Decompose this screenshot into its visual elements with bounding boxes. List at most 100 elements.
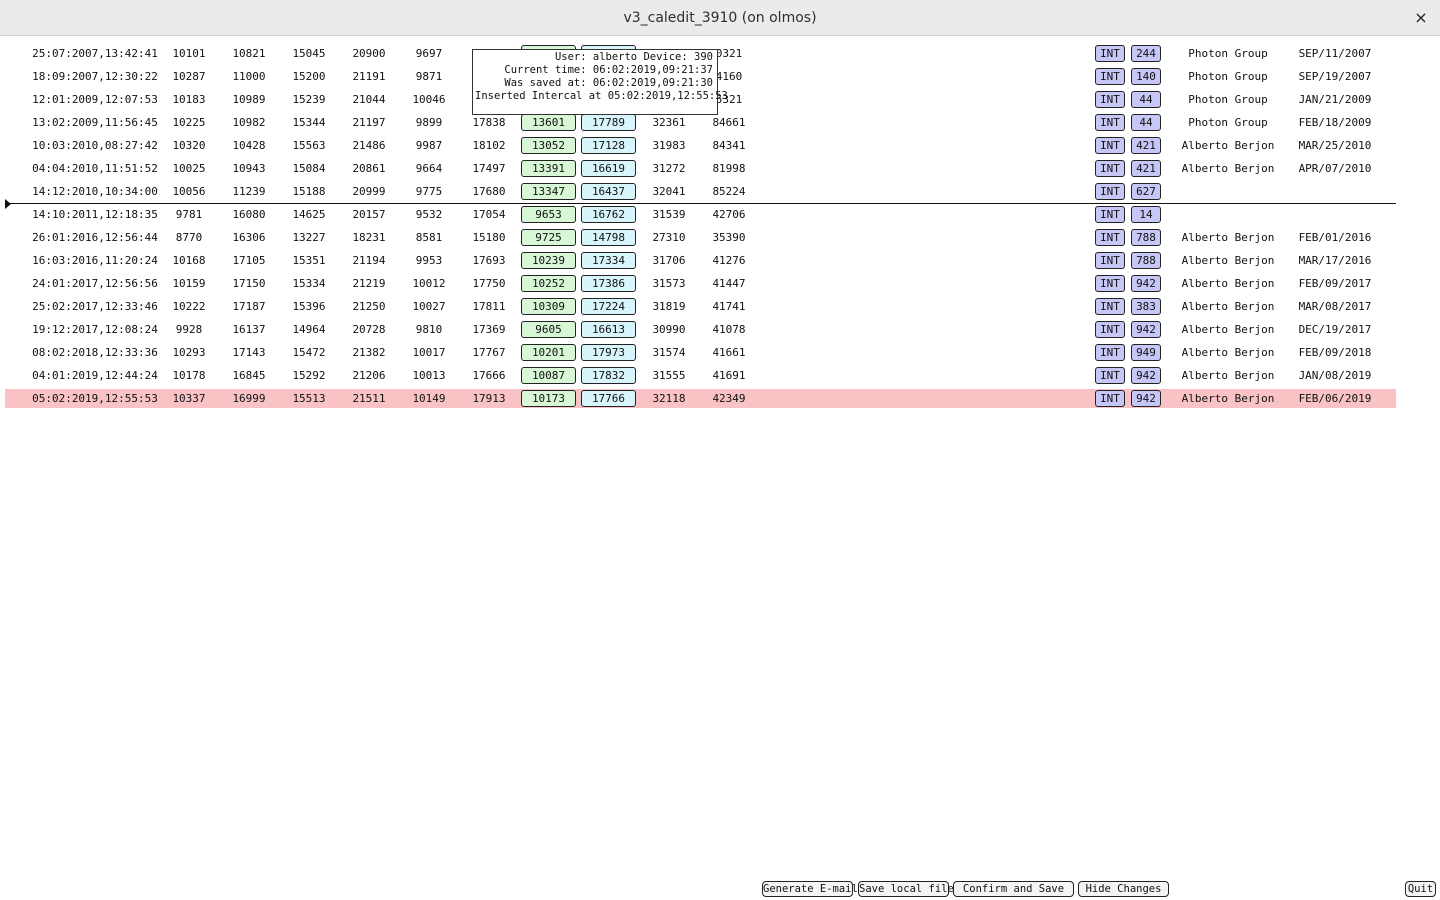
save-local-file-button[interactable]: Save local file <box>858 881 954 897</box>
table-row[interactable]: 14:12:2010,10:34:00 10056 11239 15188 20999 9… <box>5 182 1396 201</box>
value-cell: 32118 <box>652 392 686 405</box>
blue-value-field[interactable]: 17128 <box>581 137 636 154</box>
generate-email-button[interactable]: Generate E-mail <box>762 881 858 897</box>
number-badge[interactable]: 44 <box>1131 114 1161 131</box>
number-badge[interactable]: 788 <box>1131 252 1161 269</box>
number-badge[interactable]: 383 <box>1131 298 1161 315</box>
green-value-field[interactable]: 10239 <box>521 252 576 269</box>
number-badge[interactable]: 44 <box>1131 91 1161 108</box>
blue-value-field[interactable]: 14798 <box>581 229 636 246</box>
number-badge[interactable]: 244 <box>1131 45 1161 62</box>
number-badge[interactable]: 14 <box>1131 206 1161 223</box>
number-badge[interactable]: 627 <box>1131 183 1161 200</box>
green-value-field[interactable]: 10309 <box>521 298 576 315</box>
value-cell: 10149 <box>412 392 446 405</box>
value-cell: 14964 <box>292 323 326 336</box>
blue-value-field[interactable]: 17789 <box>581 114 636 131</box>
value-cell: 10320 <box>172 139 206 152</box>
quit-button[interactable]: Quit <box>1405 881 1436 897</box>
number-badge[interactable]: 942 <box>1131 321 1161 338</box>
type-badge[interactable]: INT <box>1095 68 1125 85</box>
type-badge[interactable]: INT <box>1095 160 1125 177</box>
date-cell: MAR/17/2016 <box>1298 254 1372 267</box>
green-value-field[interactable]: 13391 <box>521 160 576 177</box>
blue-value-field[interactable]: 17224 <box>581 298 636 315</box>
value-cell: 17369 <box>472 323 506 336</box>
blue-value-field[interactable]: 17973 <box>581 344 636 361</box>
value-cell: 10178 <box>172 369 206 382</box>
green-value-field[interactable]: 10087 <box>521 367 576 384</box>
blue-value-field[interactable]: 16762 <box>581 206 636 223</box>
user-cell: Alberto Berjon <box>1181 254 1275 267</box>
blue-value-field[interactable]: 17832 <box>581 367 636 384</box>
table-row[interactable]: 04:04:2010,11:51:52 10025 10943 15084 20861 9… <box>5 159 1396 178</box>
table-row[interactable]: 13:02:2009,11:56:45 10225 10982 15344 21197 9… <box>5 113 1396 132</box>
number-badge[interactable]: 942 <box>1131 275 1161 292</box>
green-value-field[interactable]: 10201 <box>521 344 576 361</box>
value-cell: 35390 <box>712 231 746 244</box>
value-cell: 15563 <box>292 139 326 152</box>
type-badge[interactable]: INT <box>1095 252 1125 269</box>
green-value-field[interactable]: 9725 <box>521 229 576 246</box>
blue-value-field[interactable]: 16613 <box>581 321 636 338</box>
table-row[interactable]: 14:10:2011,12:18:35 9781 16080 14625 20157 95… <box>5 205 1396 224</box>
value-cell: 41691 <box>712 369 746 382</box>
number-badge[interactable]: 949 <box>1131 344 1161 361</box>
close-icon[interactable]: × <box>1410 7 1432 29</box>
type-badge[interactable]: INT <box>1095 275 1125 292</box>
blue-value-field[interactable]: 17334 <box>581 252 636 269</box>
table-row[interactable]: 08:02:2018,12:33:36 10293 17143 15472 21382 1… <box>5 343 1396 362</box>
table-row[interactable]: 25:02:2017,12:33:46 10222 17187 15396 21250 1… <box>5 297 1396 316</box>
value-cell: 16845 <box>232 369 266 382</box>
blue-value-field[interactable]: 16437 <box>581 183 636 200</box>
value-cell: 17750 <box>472 277 506 290</box>
type-badge[interactable]: INT <box>1095 321 1125 338</box>
type-badge[interactable]: INT <box>1095 229 1125 246</box>
type-badge[interactable]: INT <box>1095 298 1125 315</box>
green-value-field[interactable]: 10173 <box>521 390 576 407</box>
value-cell: 9810 <box>415 323 443 336</box>
green-value-field[interactable]: 13347 <box>521 183 576 200</box>
value-cell: 17680 <box>472 185 506 198</box>
green-value-field[interactable]: 9653 <box>521 206 576 223</box>
number-badge[interactable]: 942 <box>1131 367 1161 384</box>
table-row[interactable]: 19:12:2017,12:08:24 9928 16137 14964 20728 98… <box>5 320 1396 339</box>
table-row[interactable]: 04:01:2019,12:44:24 10178 16845 15292 21206 1… <box>5 366 1396 385</box>
type-badge[interactable]: INT <box>1095 390 1125 407</box>
number-badge[interactable]: 140 <box>1131 68 1161 85</box>
type-badge[interactable]: INT <box>1095 183 1125 200</box>
green-value-field[interactable]: 13052 <box>521 137 576 154</box>
table-row[interactable]: 10:03:2010,08:27:42 10320 10428 15563 21486 9… <box>5 136 1396 155</box>
value-cell: 10293 <box>172 346 206 359</box>
value-cell: 9664 <box>415 162 443 175</box>
green-value-field[interactable]: 13601 <box>521 114 576 131</box>
type-badge[interactable]: INT <box>1095 367 1125 384</box>
blue-value-field[interactable]: 16619 <box>581 160 636 177</box>
green-value-field[interactable]: 9605 <box>521 321 576 338</box>
user-cell: Photon Group <box>1188 93 1268 106</box>
type-badge[interactable]: INT <box>1095 137 1125 154</box>
calibration-table: 25:07:2007,13:42:41 10101 10821 15045 20900 9… <box>0 37 1440 900</box>
value-cell: 17497 <box>472 162 506 175</box>
timestamp-cell: 10:03:2010,08:27:42 <box>32 139 158 152</box>
blue-value-field[interactable]: 17386 <box>581 275 636 292</box>
type-badge[interactable]: INT <box>1095 45 1125 62</box>
type-badge[interactable]: INT <box>1095 91 1125 108</box>
number-badge[interactable]: 942 <box>1131 390 1161 407</box>
number-badge[interactable]: 421 <box>1131 137 1161 154</box>
type-badge[interactable]: INT <box>1095 114 1125 131</box>
green-value-field[interactable]: 10252 <box>521 275 576 292</box>
user-cell: Alberto Berjon <box>1181 231 1275 244</box>
table-row[interactable]: 24:01:2017,12:56:56 10159 17150 15334 21219 1… <box>5 274 1396 293</box>
type-badge[interactable]: INT <box>1095 206 1125 223</box>
hide-changes-button[interactable]: Hide Changes <box>1078 881 1169 897</box>
blue-value-field[interactable]: 17766 <box>581 390 636 407</box>
table-row-selected[interactable]: 05:02:2019,12:55:53 10337 16999 15513 21511 1… <box>5 389 1396 408</box>
table-row[interactable]: 26:01:2016,12:56:44 8770 16306 13227 18231 85… <box>5 228 1396 247</box>
type-badge[interactable]: INT <box>1095 344 1125 361</box>
table-row[interactable]: 16:03:2016,11:20:24 10168 17105 15351 21194 9… <box>5 251 1396 270</box>
confirm-and-save-button[interactable]: Confirm and Save <box>953 881 1074 897</box>
number-badge[interactable]: 788 <box>1131 229 1161 246</box>
number-badge[interactable]: 421 <box>1131 160 1161 177</box>
date-cell: FEB/09/2017 <box>1298 277 1372 290</box>
